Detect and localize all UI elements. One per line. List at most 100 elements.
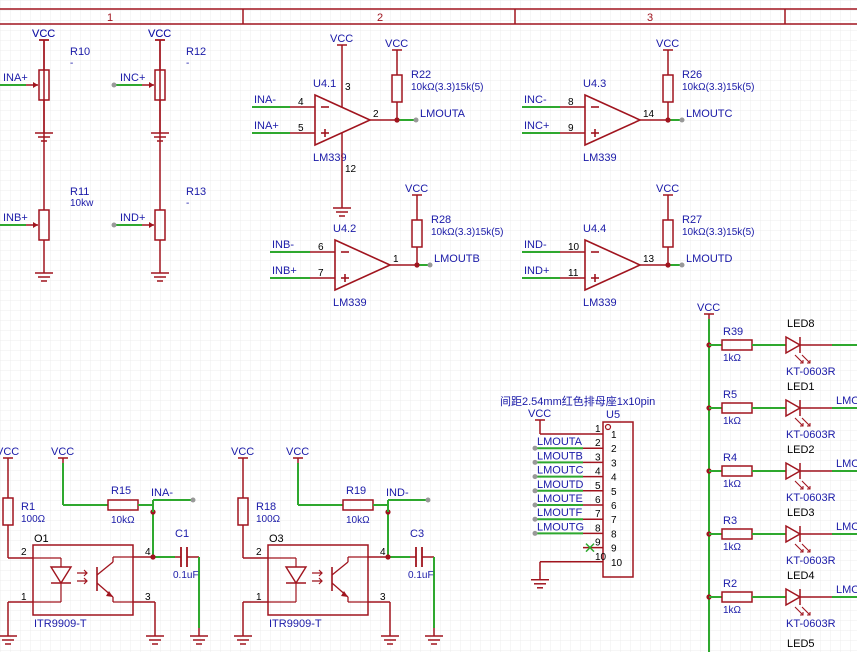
ref-designator: R13	[186, 186, 206, 198]
vcc-label: VCC	[0, 446, 19, 458]
component-value: 10kΩ	[346, 515, 370, 526]
component-value: 1kΩ	[723, 479, 742, 490]
pin-number: 6	[595, 495, 601, 506]
ref-designator: R27	[682, 214, 702, 226]
net-label-output: LMOUTC	[686, 108, 733, 120]
net-label-output: LMOUTB	[434, 253, 480, 265]
pin-label: 10	[611, 558, 623, 569]
pin-number: 1	[595, 424, 601, 435]
net-label: LMOUTF	[537, 507, 583, 519]
net-label-output: LMOUTA	[420, 108, 466, 120]
component-value: 100Ω	[21, 514, 46, 525]
unit-label: U4.4	[583, 223, 606, 235]
schematic-canvas: 1 2 3 VCC INA+ R10- VCC INC+ R12- VCC INB+ R11 10…	[0, 0, 857, 652]
pin-label: 9	[611, 544, 617, 555]
ref-designator: O3	[269, 533, 284, 545]
column-label-3: 3	[647, 12, 653, 24]
pin-label: 1	[611, 430, 617, 441]
component-value: 1kΩ	[723, 605, 742, 616]
pin-number: 11	[568, 268, 579, 279]
junction-dot	[150, 554, 156, 560]
pin-number: 2	[21, 547, 27, 558]
vcc-label: VCC	[385, 38, 408, 50]
vcc-label: VCC	[330, 33, 353, 45]
pin-number: 2	[256, 547, 262, 558]
component-value: 1kΩ	[723, 542, 742, 553]
pin-number: 9	[595, 538, 601, 549]
pin-number: 7	[318, 268, 324, 279]
part-label: KT-0603R	[786, 618, 836, 630]
pin-number: 8	[568, 97, 574, 108]
ref-designator: R4	[723, 452, 737, 464]
ref-designator: U5	[606, 409, 620, 421]
vcc-label: VCC	[32, 28, 55, 40]
part-label: KT-0603R	[786, 555, 836, 567]
component-value: 10kΩ(3.3)15k(5)	[682, 227, 755, 238]
ref-designator: LED4	[787, 570, 815, 582]
pin-number: 6	[318, 242, 324, 253]
vcc-label: VCC	[231, 446, 254, 458]
pin-label: 6	[611, 501, 617, 512]
net-terminal	[111, 82, 117, 88]
ref-designator: LED8	[787, 318, 815, 330]
pin-number: 4	[595, 467, 601, 478]
pin-number: 5	[298, 123, 304, 134]
column-label-2: 2	[377, 12, 383, 24]
part-label: KT-0603R	[786, 366, 836, 378]
ref-designator: C1	[175, 528, 189, 540]
component-value: 0.1uF	[408, 570, 434, 581]
net-label: LMO	[836, 395, 857, 407]
vcc-label: VCC	[528, 408, 551, 420]
ref-designator: R5	[723, 389, 737, 401]
net-label-plus: INA+	[254, 120, 279, 132]
ref-designator: R1	[21, 501, 35, 513]
pin-number: 1	[393, 254, 399, 265]
column-label-1: 1	[107, 12, 113, 24]
pin-number: 13	[643, 254, 655, 265]
net-label: LMOUTD	[537, 479, 584, 491]
part-label: LM339	[583, 297, 617, 309]
component-value: 100Ω	[256, 514, 281, 525]
pin-number: 2	[595, 438, 601, 449]
net-label-minus: IND-	[524, 239, 547, 251]
vcc-label: VCC	[148, 28, 171, 40]
vcc-label: VCC	[697, 302, 720, 314]
net-label: LMOUTE	[537, 493, 583, 505]
pin-number: 5	[595, 481, 601, 492]
vcc-label: VCC	[286, 446, 309, 458]
pin-number: 10	[595, 552, 607, 563]
pin-number: 9	[568, 123, 574, 134]
component-value: 10kΩ	[111, 515, 135, 526]
component-value: -	[186, 198, 189, 209]
pin-label: 3	[611, 458, 617, 469]
pin-number: 14	[643, 109, 655, 120]
ref-designator: R10	[70, 46, 90, 58]
ref-designator: R3	[723, 515, 737, 527]
net-label-output: IND-	[386, 487, 409, 499]
ref-designator: R39	[723, 326, 743, 338]
net-terminal	[111, 222, 117, 228]
ref-designator: R11	[70, 186, 89, 198]
ref-designator: LED3	[787, 507, 815, 519]
net-label: INC+	[120, 72, 145, 84]
component-value: 0.1uF	[173, 570, 199, 581]
schematic-svg: 1 2 3 VCCINA+R10-VCCINC+R12-VCCINB+R1110…	[0, 0, 857, 652]
net-label: LMOUTC	[537, 465, 584, 477]
ref-designator: R18	[256, 501, 276, 513]
net-terminal	[532, 530, 538, 536]
pin-label: 4	[611, 473, 617, 484]
junction-dot	[385, 554, 391, 560]
ref-designator: R2	[723, 578, 737, 590]
net-label-output: LMOUTD	[686, 253, 733, 265]
net-terminal	[427, 262, 433, 268]
pin-label: 7	[611, 515, 617, 526]
net-label-plus: IND+	[524, 265, 549, 277]
ref-designator: R15	[111, 485, 131, 497]
net-label: LMOUTG	[537, 521, 584, 533]
net-label-minus: INC-	[524, 94, 547, 106]
vcc-label: VCC	[405, 183, 428, 195]
vcc-label: VCC	[656, 183, 679, 195]
net-label-minus: INB-	[272, 239, 294, 251]
unit-label: U4.1	[313, 78, 336, 90]
net-label-plus: INC+	[524, 120, 549, 132]
